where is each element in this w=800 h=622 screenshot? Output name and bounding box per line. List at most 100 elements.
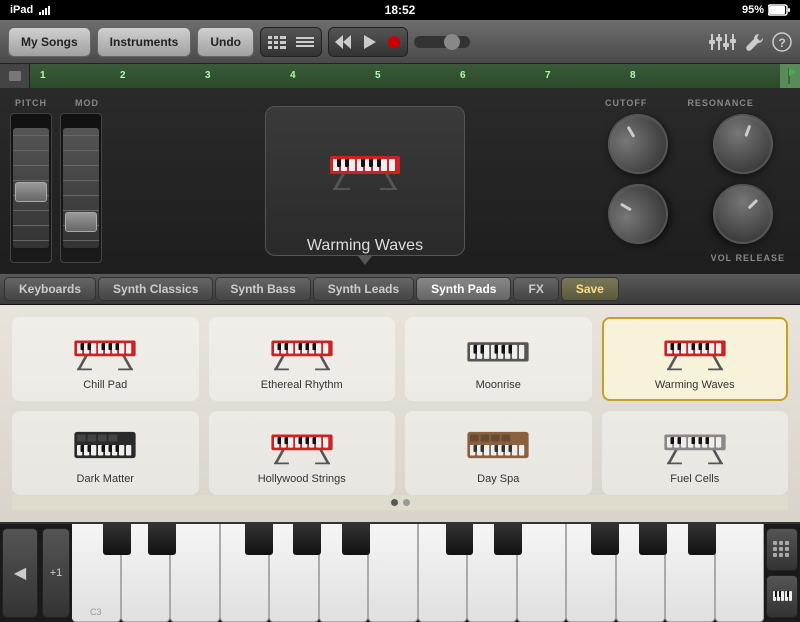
preset-display-box[interactable]: Warming Waves (265, 106, 465, 256)
tab-synth-classics[interactable]: Synth Classics (98, 277, 213, 301)
dot-2[interactable] (403, 499, 410, 506)
black-key-ds4[interactable] (494, 524, 522, 555)
rewind-icon[interactable] (335, 35, 351, 49)
cutoff-label: CUTOFF (605, 98, 647, 108)
mod-slider-thumb[interactable] (65, 212, 97, 232)
black-key-as4[interactable] (688, 524, 716, 555)
keyboard-grid-button[interactable] (766, 528, 798, 571)
ruler-mark-2: 2 (120, 70, 126, 81)
black-key-as3[interactable] (342, 524, 370, 555)
grid-view-icon (267, 35, 287, 49)
black-key-ds3[interactable] (148, 524, 176, 555)
ruler-mark-3: 3 (205, 70, 211, 81)
preset-item-fuel-cells[interactable]: Fuel Cells (602, 411, 789, 495)
transport-controls (328, 27, 408, 57)
black-key-cs4[interactable] (446, 524, 474, 555)
help-icon[interactable]: ? (772, 32, 792, 52)
preset-item-chill-pad[interactable]: Chill Pad (12, 317, 199, 401)
ruler-mark-7: 7 (545, 70, 551, 81)
cutoff-knob-top (590, 114, 685, 174)
keyboard-area: ◀ +1 C3 (0, 522, 800, 622)
ruler-mark-4: 4 (290, 70, 296, 81)
hollywood-strings-name: Hollywood Strings (258, 473, 346, 485)
chill-pad-image (70, 329, 140, 373)
mod-label: MOD (75, 98, 99, 108)
tab-synth-leads[interactable]: Synth Leads (313, 277, 414, 301)
keyboard-view-button[interactable] (766, 575, 798, 618)
category-tabs: Keyboards Synth Classics Synth Bass Synt… (0, 273, 800, 305)
current-preset-name: Warming Waves (307, 237, 423, 255)
warming-waves-svg (660, 329, 730, 373)
moonrise-name: Moonrise (476, 379, 521, 391)
keyboard-right-controls (764, 524, 800, 622)
tab-keyboards[interactable]: Keyboards (4, 277, 96, 301)
timeline-end-flag[interactable] (780, 64, 800, 88)
pitch-slider[interactable] (10, 113, 52, 263)
instruments-button[interactable]: Instruments (97, 27, 192, 57)
black-key-gs3[interactable] (293, 524, 321, 555)
white-key-e3[interactable] (170, 524, 220, 622)
left-controls: PITCH MOD (10, 98, 140, 263)
mixer-icon[interactable] (708, 32, 736, 52)
cutoff-knob-bottom (590, 184, 685, 244)
plus-one-button[interactable]: +1 (42, 528, 70, 618)
black-key-fs3[interactable] (245, 524, 273, 555)
cutoff-top-knob[interactable] (597, 103, 679, 185)
black-key-gs4[interactable] (639, 524, 667, 555)
pitch-label: PITCH (15, 98, 47, 108)
warming-waves-image (660, 329, 730, 373)
preset-item-ethereal-rhythm[interactable]: Ethereal Rhythm (209, 317, 396, 401)
mod-slider-inner (63, 128, 99, 248)
right-toolbar-group: ? (708, 32, 792, 52)
tab-synth-pads[interactable]: Synth Pads (416, 277, 511, 301)
my-songs-button[interactable]: My Songs (8, 27, 91, 57)
wifi-icon (39, 5, 53, 15)
resonance-bottom-knob[interactable] (700, 172, 785, 257)
fuel-cells-image (660, 423, 730, 467)
tab-fx[interactable]: FX (513, 277, 558, 301)
wrench-icon[interactable] (744, 32, 764, 52)
tab-save[interactable]: Save (561, 277, 619, 301)
dot-1[interactable] (391, 499, 398, 506)
svg-text:?: ? (778, 36, 785, 50)
keyboard-view-icon (772, 590, 792, 604)
pitch-mod-labels: PITCH MOD (10, 98, 140, 108)
cutoff-bottom-knob[interactable] (597, 173, 679, 255)
tab-synth-bass[interactable]: Synth Bass (215, 277, 310, 301)
battery-icon (768, 4, 790, 16)
preset-grid-area: Chill Pad (0, 305, 800, 522)
mod-slider[interactable] (60, 113, 102, 263)
preset-item-warming-waves[interactable]: Warming Waves (602, 317, 789, 401)
undo-button[interactable]: Undo (197, 27, 254, 57)
ethereal-rhythm-image (267, 329, 337, 373)
resonance-top-knob[interactable] (704, 106, 781, 183)
white-key-b3[interactable] (368, 524, 418, 622)
status-left: iPad (10, 4, 53, 16)
white-key-b4[interactable] (715, 524, 765, 622)
timeline-ruler[interactable]: 1 2 3 4 5 6 7 8 (30, 64, 780, 88)
white-key-e4[interactable] (517, 524, 567, 622)
black-key-cs3[interactable] (103, 524, 131, 555)
prev-octave-button[interactable]: ◀ (2, 528, 38, 618)
ethereal-rhythm-svg (267, 329, 337, 373)
pitch-slider-thumb[interactable] (15, 182, 47, 202)
hollywood-strings-image (267, 423, 337, 467)
preset-item-moonrise[interactable]: Moonrise (405, 317, 592, 401)
ruler-mark-5: 5 (375, 70, 381, 81)
level-meter (414, 32, 474, 52)
preset-item-day-spa[interactable]: Day Spa (405, 411, 592, 495)
black-key-fs4[interactable] (591, 524, 619, 555)
moonrise-image (463, 329, 533, 373)
preset-item-dark-matter[interactable]: Dark Matter (12, 411, 199, 495)
status-right: 95% (742, 4, 790, 16)
resonance-knob-top (695, 114, 790, 174)
preset-item-hollywood-strings[interactable]: Hollywood Strings (209, 411, 396, 495)
play-icon[interactable] (361, 34, 377, 50)
record-icon[interactable] (387, 35, 401, 49)
piano-keys[interactable]: C3 (72, 524, 764, 622)
dark-matter-name: Dark Matter (77, 473, 134, 485)
key-c3-label: C3 (90, 607, 102, 617)
keyboard-grid-icon (772, 540, 792, 560)
knobs-grid (590, 113, 790, 245)
view-toggle-group[interactable] (260, 27, 322, 57)
